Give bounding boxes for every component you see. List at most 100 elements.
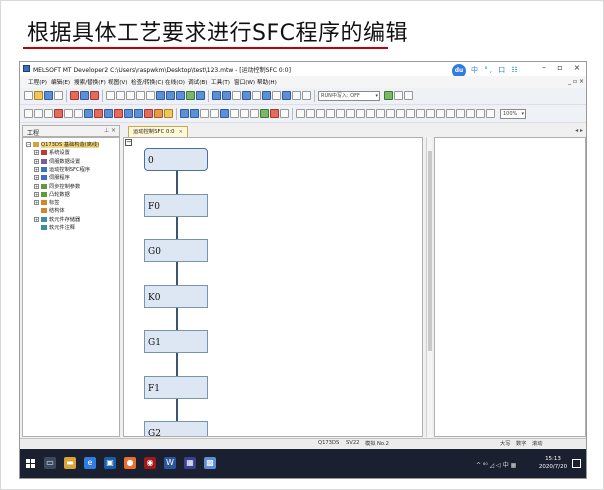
run-sfc-icon[interactable] <box>220 109 229 118</box>
select-mode-icon[interactable] <box>24 109 33 118</box>
write-icon[interactable] <box>176 91 185 100</box>
menu-view[interactable]: 视图(V) <box>108 78 127 86</box>
minimize-button[interactable]: – <box>536 62 552 76</box>
tab-scroll-arrows[interactable]: ◂ ▸ <box>575 127 583 134</box>
online-icon[interactable] <box>262 91 271 100</box>
branch-icon[interactable] <box>84 109 93 118</box>
jump-insert-icon[interactable] <box>64 109 73 118</box>
cell-12-icon[interactable] <box>406 109 415 118</box>
menu-window[interactable]: 窗口(W) <box>234 78 255 86</box>
menu-project[interactable]: 工程(P) <box>28 78 47 86</box>
sfc-step[interactable]: G2 <box>144 421 208 436</box>
cell-19-icon[interactable] <box>476 109 485 118</box>
watch-icon[interactable] <box>252 91 261 100</box>
pane-pin-close-icons[interactable]: ⊥ × <box>104 127 116 134</box>
tab-sfc-0[interactable]: 运动控制SFC 0:0 × <box>128 126 188 137</box>
step-insert-icon[interactable] <box>34 109 43 118</box>
cell-10-icon[interactable] <box>386 109 395 118</box>
sfc-step[interactable]: F1 <box>144 375 208 399</box>
zoom-select[interactable]: 100% ▾ <box>500 109 526 119</box>
expand-icon[interactable]: + <box>34 158 39 164</box>
cell-14-icon[interactable] <box>426 109 435 118</box>
cell-17-icon[interactable] <box>456 109 465 118</box>
offline-icon[interactable] <box>272 91 281 100</box>
grid-icon[interactable] <box>200 109 209 118</box>
file-explorer-icon[interactable]: ▬ <box>64 457 76 469</box>
expand-icon[interactable]: + <box>34 216 39 222</box>
windows-start-icon[interactable] <box>26 459 36 469</box>
settings-icon[interactable] <box>292 91 301 100</box>
zoom-out-icon[interactable] <box>190 109 199 118</box>
expand-icon[interactable]: + <box>34 191 39 197</box>
menu-tools[interactable]: 工具(T) <box>211 78 230 86</box>
cell-8-icon[interactable] <box>366 109 375 118</box>
tree-item[interactable]: + 软元件存储器 <box>34 216 80 224</box>
vertical-scrollbar[interactable] <box>426 137 432 437</box>
menu-online[interactable]: 在线(O) <box>165 78 185 86</box>
help-icon[interactable] <box>302 91 311 100</box>
cell-1-icon[interactable] <box>296 109 305 118</box>
menu-search[interactable]: 搜索/替换(F) <box>74 78 106 86</box>
tree-item[interactable]: + 伺服程序 <box>34 174 70 182</box>
undo-icon[interactable] <box>106 91 115 100</box>
monitor-start-icon[interactable] <box>260 109 269 118</box>
firefox-icon[interactable]: ● <box>124 457 136 469</box>
media-player-icon[interactable]: ◉ <box>144 457 156 469</box>
delete-icon[interactable] <box>54 109 63 118</box>
cell-2-icon[interactable] <box>306 109 315 118</box>
table-icon[interactable] <box>280 109 289 118</box>
pause-icon[interactable] <box>230 109 239 118</box>
sfc-step[interactable]: F0 <box>144 193 208 217</box>
cut-icon[interactable] <box>70 91 79 100</box>
save-icon[interactable] <box>44 91 53 100</box>
tree-item[interactable]: + 运动控制SFC程序 <box>34 166 90 174</box>
cell-7-icon[interactable] <box>356 109 365 118</box>
mdi-controls[interactable]: _ ▫ × <box>568 78 584 85</box>
jump-icon[interactable] <box>146 91 155 100</box>
sfc-editor[interactable]: − 0 F0 G0 K0 G1 F1 G2 <box>123 137 423 437</box>
notification-icon[interactable] <box>572 459 581 468</box>
cell-3-icon[interactable] <box>316 109 325 118</box>
expand-icon[interactable]: + <box>34 175 39 181</box>
taskbar-clock[interactable]: 15:13 2020/7/20 <box>538 455 568 471</box>
tile-icon[interactable] <box>222 91 231 100</box>
cell-4-icon[interactable] <box>326 109 335 118</box>
cascade-icon[interactable] <box>232 91 241 100</box>
tree-item[interactable]: 软元件注释 <box>34 224 75 232</box>
expand-icon[interactable]: + <box>34 200 39 206</box>
ime-toolbar-icons[interactable]: 中 °, 口 ☷ <box>471 65 520 75</box>
menu-check[interactable]: 检查/转换(C) <box>131 78 164 86</box>
tree-item[interactable]: 结构体 <box>34 207 65 215</box>
clear-icon[interactable] <box>144 109 153 118</box>
property-icon[interactable] <box>164 109 173 118</box>
sfc-initial-step[interactable]: 0 <box>144 148 208 171</box>
expand-icon[interactable]: + <box>34 166 39 172</box>
window-layout-icon[interactable] <box>212 91 221 100</box>
maximize-button[interactable]: ▫ <box>552 62 568 76</box>
cell-16-icon[interactable] <box>446 109 455 118</box>
sfc-step[interactable]: G1 <box>144 330 208 353</box>
cell-6-icon[interactable] <box>346 109 355 118</box>
subroutine-icon[interactable] <box>124 109 133 118</box>
step-icon[interactable] <box>394 91 403 100</box>
close-button[interactable]: × <box>569 62 585 76</box>
expand-icon[interactable]: + <box>34 183 39 189</box>
trace-icon[interactable] <box>250 109 259 118</box>
stop-icon[interactable] <box>240 109 249 118</box>
print-icon[interactable] <box>54 91 63 100</box>
monitor-icon[interactable] <box>242 91 251 100</box>
cell-20-icon[interactable] <box>486 109 495 118</box>
expand-icon[interactable]: + <box>34 150 39 156</box>
mt-simulator-icon[interactable]: ▩ <box>204 457 216 469</box>
tree-root[interactable]: − Q173DS 基础构造(离线) <box>26 141 100 149</box>
word-icon[interactable]: W <box>164 457 176 469</box>
close-tab-icon[interactable]: × <box>179 129 183 135</box>
run-write-select[interactable]: RUN中写入: OFF ▾ <box>318 91 380 101</box>
collapse-icon[interactable]: − <box>125 139 132 146</box>
end-insert-icon[interactable] <box>74 109 83 118</box>
menu-debug[interactable]: 调试(B) <box>188 78 207 86</box>
redo-icon[interactable] <box>116 91 125 100</box>
parallel-branch-icon[interactable] <box>104 109 113 118</box>
comment-icon[interactable] <box>154 109 163 118</box>
tree-item[interactable]: + 凸轮数据 <box>34 191 70 199</box>
